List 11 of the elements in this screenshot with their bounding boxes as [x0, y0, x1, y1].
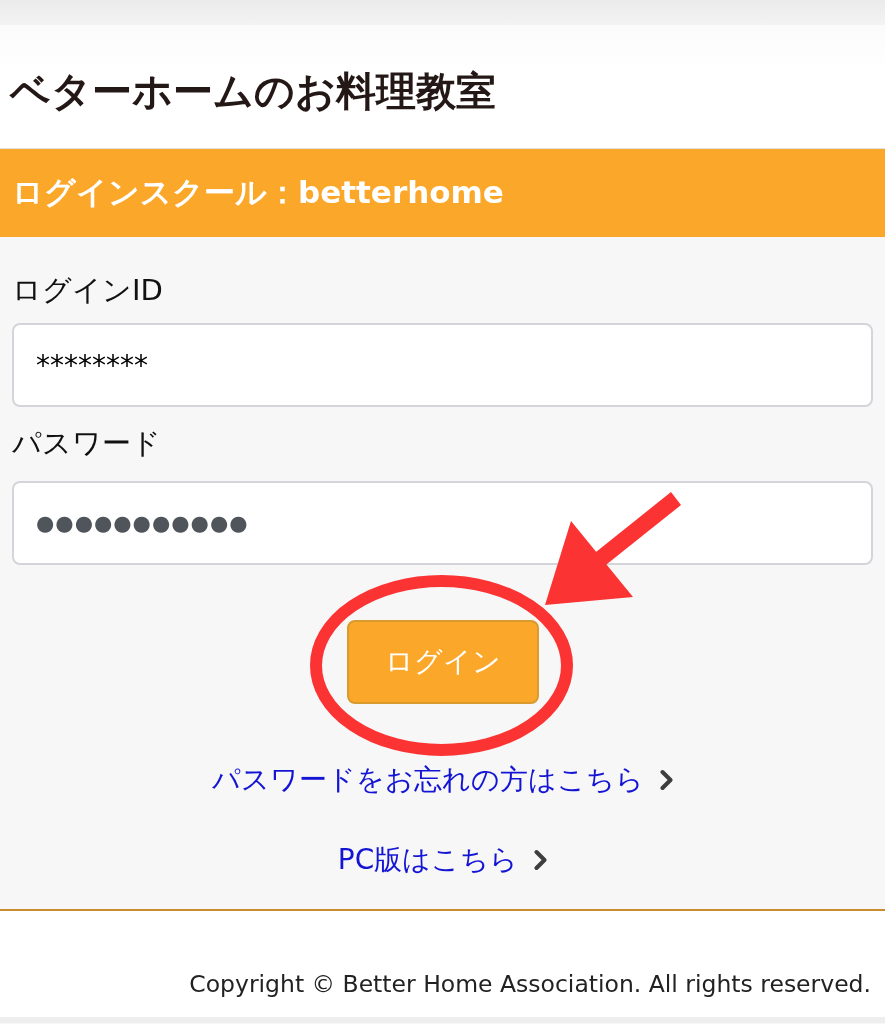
- login-id-label: ログインID: [12, 273, 163, 307]
- school-title: ログインスクール：betterhome: [12, 174, 504, 212]
- copyright-text: Copyright © Better Home Association. All rights reserved.: [189, 971, 871, 997]
- chevron-right-icon: [534, 849, 548, 871]
- pc-version-link[interactable]: PC版はこちら: [337, 843, 548, 877]
- chevron-right-icon: [660, 769, 673, 791]
- site-logo: ベターホームのお料理教室: [10, 71, 496, 111]
- password-field[interactable]: ●●●●●●●●●●●: [12, 481, 873, 565]
- forgot-password-link[interactable]: パスワードをお忘れの方はこちら: [212, 763, 673, 797]
- login-id-field[interactable]: ********: [12, 323, 873, 407]
- password-label: パスワード: [12, 426, 161, 460]
